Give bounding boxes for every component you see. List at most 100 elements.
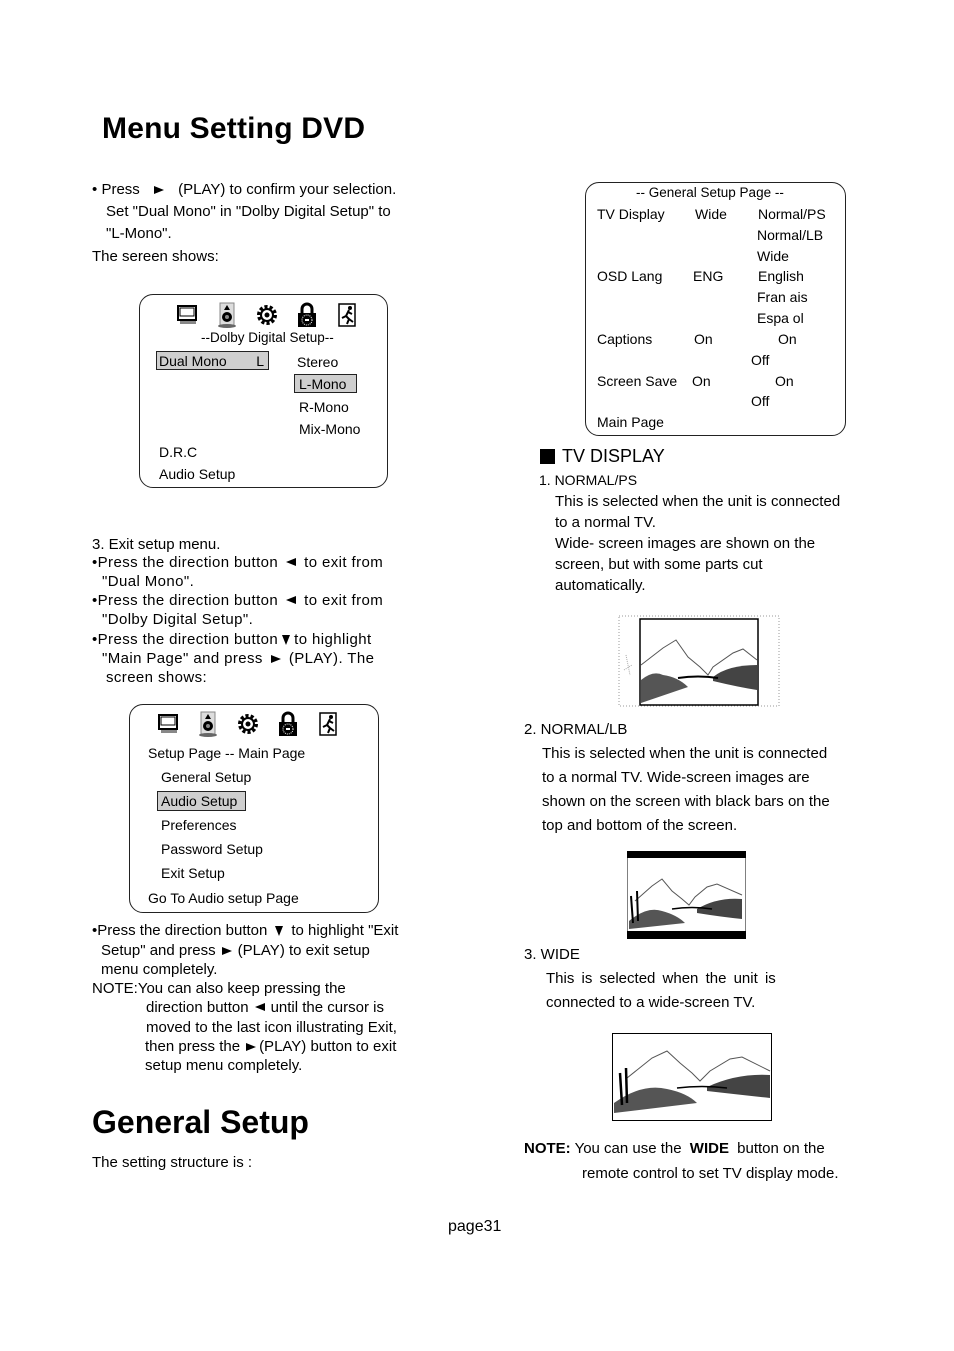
tv-icon[interactable] bbox=[157, 711, 179, 737]
note-text: button on the bbox=[737, 1140, 825, 1157]
drc-item[interactable]: D.R.C bbox=[159, 443, 197, 461]
s1-line: This is selected when the unit is connec… bbox=[555, 493, 841, 510]
play-icon bbox=[270, 655, 281, 663]
text: then press the bbox=[145, 1038, 241, 1055]
exit-step-2: •Press the direction button to exit from bbox=[92, 591, 383, 610]
option-captions-on[interactable]: On bbox=[778, 330, 797, 348]
general-setup-screen: -- General Setup Page -- TV Display Wide… bbox=[585, 182, 846, 436]
left-arrow-icon bbox=[286, 596, 297, 604]
dual-mono-item[interactable]: Dual Mono L bbox=[156, 351, 269, 370]
s2-line: This is selected when the unit is connec… bbox=[542, 745, 828, 762]
tv-note-line-2: remote control to set TV display mode. bbox=[582, 1165, 839, 1182]
text: (PLAY) button to exit bbox=[259, 1038, 397, 1055]
general-setup-subtitle: The setting structure is : bbox=[92, 1154, 253, 1171]
dual-mono-value: L bbox=[256, 353, 264, 369]
play-icon bbox=[221, 947, 232, 955]
section-square-icon bbox=[540, 449, 555, 464]
lock-icon[interactable] bbox=[296, 302, 318, 328]
dolby-heading: --Dolby Digital Setup-- bbox=[201, 330, 334, 345]
intro-line-1: • Press (PLAY) to confirm your selection… bbox=[92, 180, 396, 199]
row-label-captions[interactable]: Captions bbox=[597, 330, 652, 348]
menu-item-password-setup[interactable]: Password Setup bbox=[161, 840, 263, 858]
exit-step-1: •Press the direction button to exit from bbox=[92, 553, 383, 572]
s2-title: 2. NORMAL/LB bbox=[524, 721, 628, 738]
option-francais[interactable]: Fran ais bbox=[757, 288, 808, 306]
exit-complete-line-1: •Press the direction button to highlight … bbox=[92, 921, 398, 940]
option-r-mono[interactable]: R-Mono bbox=[299, 398, 349, 416]
intro-text: Press bbox=[101, 181, 140, 198]
exit-icon[interactable] bbox=[317, 711, 339, 737]
gear-icon[interactable] bbox=[237, 711, 259, 737]
option-mix-mono[interactable]: Mix-Mono bbox=[299, 420, 360, 438]
option-english[interactable]: English bbox=[758, 267, 804, 285]
general-heading: -- General Setup Page -- bbox=[636, 185, 784, 200]
intro-line-4: The sereen shows: bbox=[92, 248, 219, 265]
option-normal-lb[interactable]: Normal/LB bbox=[757, 226, 823, 244]
section-title-general-setup: General Setup bbox=[92, 1104, 309, 1140]
step-text: "Main Page" and press bbox=[102, 650, 263, 667]
row-label-screen-save[interactable]: Screen Save bbox=[597, 372, 677, 390]
bullet: • bbox=[92, 181, 98, 198]
down-arrow-icon bbox=[275, 926, 284, 936]
left-arrow-icon bbox=[254, 1003, 265, 1011]
dolby-setup-screen: --Dolby Digital Setup-- Dual Mono L Ster… bbox=[139, 294, 388, 488]
option-wide[interactable]: Wide bbox=[757, 247, 789, 265]
dual-mono-label: Dual Mono bbox=[159, 353, 227, 369]
option-screen-save-off[interactable]: Off bbox=[751, 392, 769, 410]
step-text: to highlight bbox=[294, 631, 372, 648]
exit-complete-line-2: Setup" and press (PLAY) to exit setup bbox=[101, 941, 370, 960]
gear-icon[interactable] bbox=[256, 302, 278, 328]
exit-step-1-line2: "Dual Mono". bbox=[102, 573, 195, 590]
left-arrow-icon bbox=[286, 558, 297, 566]
step-text: to exit from bbox=[304, 592, 384, 609]
speaker-icon[interactable] bbox=[197, 711, 219, 737]
tv-icon[interactable] bbox=[176, 302, 198, 328]
intro-text: (PLAY) to confirm your selection. bbox=[178, 181, 397, 198]
menu-item-general-setup[interactable]: General Setup bbox=[161, 768, 251, 786]
play-icon bbox=[246, 1043, 257, 1051]
option-l-mono[interactable]: L-Mono bbox=[294, 374, 357, 393]
note-line-4: then press the (PLAY) button to exit bbox=[145, 1037, 396, 1056]
main-footer: Go To Audio setup Page bbox=[148, 890, 299, 906]
menu-item-exit-setup[interactable]: Exit Setup bbox=[161, 864, 225, 882]
normal-lb-illustration bbox=[627, 851, 746, 939]
exit-complete-line-3: menu completely. bbox=[101, 961, 218, 978]
row-value-osd-lang: ENG bbox=[693, 268, 724, 284]
row-label-tv-display[interactable]: TV Display bbox=[597, 205, 665, 223]
wide-illustration bbox=[612, 1033, 772, 1121]
s1-title: 1. NORMAL/PS bbox=[539, 472, 638, 488]
text: (PLAY) to exit setup bbox=[237, 942, 370, 959]
step-text: Press the direction button bbox=[97, 631, 279, 648]
option-screen-save-on[interactable]: On bbox=[775, 372, 794, 390]
text: until the cursor is bbox=[270, 999, 384, 1016]
s1-line: screen, but with some parts cut bbox=[555, 556, 763, 573]
s3-line: connected to a wide-screen TV. bbox=[546, 994, 756, 1011]
option-captions-off[interactable]: Off bbox=[751, 351, 769, 369]
s2-line: to a normal TV. Wide-screen images are bbox=[542, 769, 810, 786]
menu-item-audio-setup[interactable]: Audio Setup bbox=[157, 791, 246, 811]
tv-note-line-1: NOTE: You can use the WIDE button on the bbox=[524, 1139, 825, 1158]
text: to highlight "Exit bbox=[291, 922, 399, 939]
text: Press the direction button bbox=[97, 922, 268, 939]
exit-step-3-line2: "Main Page" and press (PLAY). The bbox=[102, 649, 374, 668]
s1-line: automatically. bbox=[555, 577, 646, 594]
option-normal-ps[interactable]: Normal/PS bbox=[758, 205, 826, 223]
intro-line-2: Set "Dual Mono" in "Dolby Digital Setup"… bbox=[106, 203, 391, 220]
s3-title: 3. WIDE bbox=[524, 946, 580, 963]
menu-item-preferences[interactable]: Preferences bbox=[161, 816, 236, 834]
exit-heading: 3. Exit setup menu. bbox=[92, 536, 221, 553]
option-espanol[interactable]: Espa ol bbox=[757, 309, 804, 327]
option-stereo[interactable]: Stereo bbox=[297, 353, 338, 371]
note-line-2: direction button until the cursor is bbox=[146, 998, 384, 1017]
note-text: You can use the bbox=[574, 1140, 682, 1157]
row-label-osd-lang[interactable]: OSD Lang bbox=[597, 267, 662, 285]
row-value-screen-save: On bbox=[692, 373, 711, 389]
lock-icon[interactable] bbox=[277, 711, 299, 737]
option-l-mono-label: L-Mono bbox=[299, 376, 347, 392]
step-text: (PLAY). The bbox=[288, 650, 375, 667]
play-icon bbox=[153, 186, 164, 194]
down-arrow-icon bbox=[282, 635, 291, 645]
speaker-icon[interactable] bbox=[216, 302, 238, 328]
note-line-5: setup menu completely. bbox=[145, 1057, 303, 1074]
exit-icon[interactable] bbox=[336, 302, 358, 328]
